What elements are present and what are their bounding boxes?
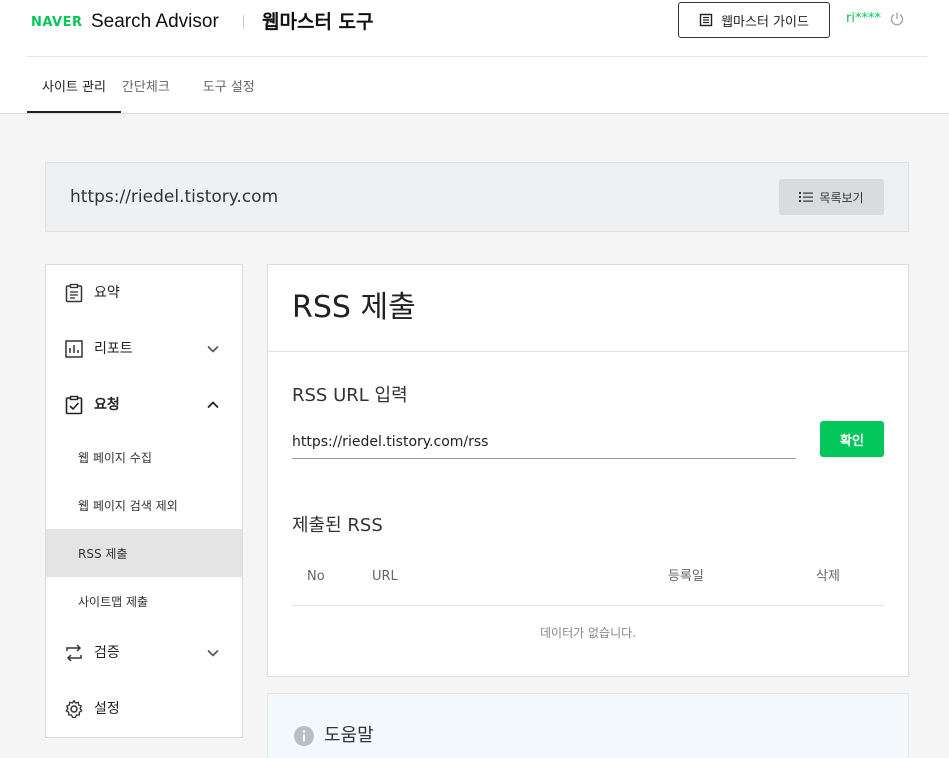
list-view-button[interactable]: 목록보기: [779, 179, 884, 215]
help-panel: 도움말: [267, 693, 909, 758]
sidebar-item-request[interactable]: 요청: [46, 377, 242, 433]
tab-tool-settings[interactable]: 도구 설정: [185, 57, 270, 113]
title-divider: [268, 351, 908, 352]
chevron-down-icon: [207, 345, 219, 353]
clipboard-icon: [65, 283, 83, 303]
page-title: RSS 제출: [292, 290, 416, 325]
empty-table-message: 데이터가 없습니다.: [540, 626, 636, 640]
repeat-icon: [66, 644, 82, 662]
rss-url-section-label: RSS URL 입력: [292, 385, 408, 406]
site-bar: https://riedel.tistory.com 목록보기: [45, 162, 909, 232]
guide-button-label: 웹마스터 가이드: [721, 14, 809, 30]
sidebar-subitem-rss-submit[interactable]: RSS 제출: [46, 529, 242, 577]
user-id[interactable]: ri****: [846, 11, 881, 27]
rss-url-input[interactable]: [292, 425, 796, 459]
sidebar-item-summary[interactable]: 요약: [46, 265, 242, 321]
site-url: https://riedel.tistory.com: [70, 187, 279, 207]
chevron-up-icon: [207, 401, 219, 409]
sidebar-subitem-page-crawl[interactable]: 웹 페이지 수집: [46, 433, 242, 481]
sidebar-item-label: 요약: [94, 285, 120, 301]
sidebar-subitem-page-exclude[interactable]: 웹 페이지 검색 제외: [46, 481, 242, 529]
list-icon: [799, 192, 814, 202]
list-view-label: 목록보기: [819, 190, 864, 205]
logo-divider: [243, 15, 244, 29]
tab-site-management[interactable]: 사이트 관리: [27, 57, 121, 113]
sidebar-item-settings[interactable]: 설정: [46, 681, 242, 737]
tab-quick-check[interactable]: 간단체크: [121, 57, 185, 113]
gear-icon: [65, 699, 83, 719]
sidebar-item-label: 설정: [94, 701, 120, 717]
bar-chart-icon: [65, 340, 83, 358]
sidebar-item-label: 검증: [94, 645, 120, 661]
power-icon[interactable]: [889, 11, 905, 27]
sidebar-item-report[interactable]: 리포트: [46, 321, 242, 377]
header: NAVER Search Advisor 웹마스터 도구 웹마스터 가이드 ri…: [0, 0, 949, 114]
main-tabs: 사이트 관리 간단체크 도구 설정: [27, 57, 270, 113]
sidebar-item-label: 리포트: [94, 341, 133, 357]
submitted-rss-section-label: 제출된 RSS: [292, 515, 383, 536]
app-name[interactable]: Search Advisor: [91, 9, 219, 35]
book-icon: [699, 13, 713, 27]
help-title: 도움말: [324, 725, 374, 746]
column-header-url: URL: [372, 569, 398, 584]
confirm-button[interactable]: 확인: [820, 421, 884, 457]
webmaster-guide-button[interactable]: 웹마스터 가이드: [678, 2, 830, 38]
sidebar-subitem-sitemap-submit[interactable]: 사이트맵 제출: [46, 577, 242, 625]
column-header-no: No: [307, 569, 325, 584]
table-header-divider: [292, 605, 884, 606]
clipboard-check-icon: [65, 395, 83, 415]
tool-title[interactable]: 웹마스터 도구: [262, 9, 374, 35]
column-header-delete: 삭제: [816, 569, 840, 584]
rss-submit-panel: RSS 제출 RSS URL 입력 확인 제출된 RSS No URL 등록일 …: [267, 264, 909, 677]
sidebar: 요약 리포트 요청 웹 페이지 수집 웹 페이지 검색 제외 RSS 제출 사이…: [45, 264, 243, 738]
sidebar-item-label: 요청: [94, 397, 120, 413]
info-icon: [294, 726, 314, 746]
chevron-down-icon: [207, 649, 219, 657]
naver-logo[interactable]: NAVER: [31, 15, 83, 31]
column-header-date: 등록일: [668, 569, 704, 584]
sidebar-item-verify[interactable]: 검증: [46, 625, 242, 681]
